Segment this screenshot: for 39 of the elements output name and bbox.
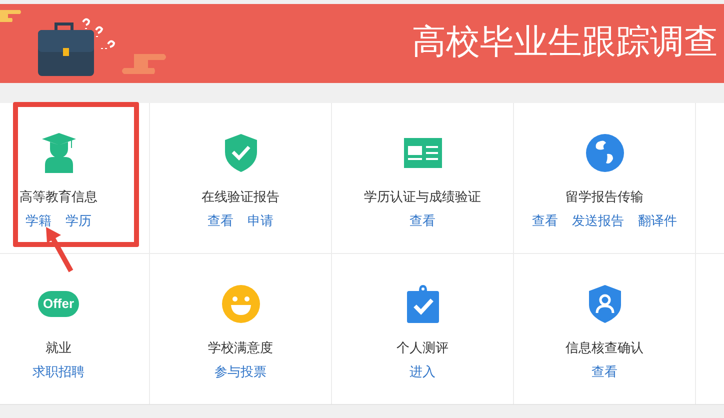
tile-link[interactable]: 申请 [248, 213, 274, 231]
tile-title: 在线验证报告 [202, 189, 280, 207]
globe-icon [586, 134, 624, 172]
tile-title: 就业 [46, 340, 72, 358]
tile-title: 学历认证与成绩验证 [364, 189, 481, 207]
service-tile[interactable]: Offer 就业 求职招聘 [0, 254, 149, 404]
graduate-icon [42, 133, 76, 173]
tile-link[interactable]: 查看 [592, 364, 618, 382]
service-tile[interactable]: 在线验证报告 查看 申请 [150, 103, 331, 253]
tile-title: 信息核查确认 [566, 340, 644, 358]
offer-badge: Offer [38, 291, 80, 317]
cloud-icon [0, 10, 22, 22]
tile-title: 个人测评 [396, 340, 448, 358]
banner-title: 高校毕业生跟踪调查 [412, 22, 718, 62]
tile-title: 高等教育信息 [20, 189, 98, 207]
tile-link[interactable]: 查看 [410, 213, 436, 231]
service-tile[interactable]: 信息核查确认 查看 [514, 254, 695, 404]
cloud-icon [120, 54, 168, 74]
tile-link[interactable]: 参与投票 [214, 364, 266, 382]
tile-link[interactable]: 查看 [208, 213, 234, 231]
service-tile[interactable]: 学历认证与成绩验证 查看 [332, 103, 513, 253]
arrow-icon [43, 227, 75, 273]
tile-link[interactable]: 翻译件 [638, 213, 677, 231]
tile-link[interactable]: 学籍 [26, 213, 52, 231]
tile-link[interactable]: 查看 [532, 213, 558, 231]
tile-link[interactable]: 发送报告 [572, 213, 624, 231]
tile-title: 学校满意度 [208, 340, 273, 358]
service-tile[interactable]: 留学报告传输 查看 发送报告 翻译件 [514, 103, 695, 253]
tile-link[interactable]: 进入 [410, 364, 436, 382]
shield-check-icon [224, 134, 256, 172]
shield-user-icon [588, 285, 620, 323]
tile-link[interactable]: 学历 [66, 213, 92, 231]
clipboard-icon [406, 285, 438, 323]
tile-title: 留学报告传输 [566, 189, 644, 207]
id-card-icon [404, 138, 442, 168]
smiley-icon [222, 285, 260, 323]
service-tile[interactable]: 个人测评 进入 [332, 254, 513, 404]
service-tile[interactable]: 学校满意度 参与投票 [150, 254, 331, 404]
tile-link[interactable]: 求职招聘 [32, 364, 84, 382]
